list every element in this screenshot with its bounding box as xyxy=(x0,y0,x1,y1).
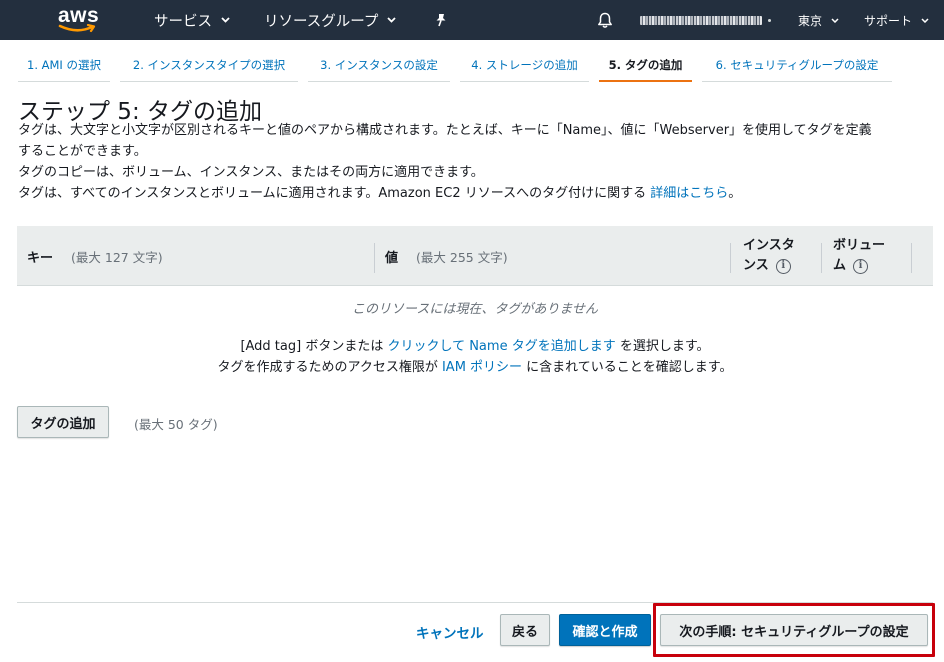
description-line-1: タグは、大文字と小文字が区別されるキーと値のペアから構成されます。たとえば、キー… xyxy=(18,123,872,138)
value-column-header: 値 (最大 255 文字) xyxy=(385,226,508,286)
account-name-redacted xyxy=(640,15,762,25)
value-column-label: 値 xyxy=(385,250,399,266)
support-menu[interactable]: サポート xyxy=(864,0,929,40)
max-tags-hint: (最大 50 タグ) xyxy=(134,417,218,432)
chevron-down-icon xyxy=(221,17,230,23)
tab-add-storage[interactable]: 4. ストレージの追加 xyxy=(460,54,589,82)
learn-more-link[interactable]: 詳細はこちら xyxy=(650,186,728,201)
volumes-column-label-2: ム xyxy=(833,258,847,273)
add-name-tag-link[interactable]: クリックして Name タグを追加します xyxy=(387,339,615,354)
tab-add-tags[interactable]: 5. タグの追加 xyxy=(599,54,692,82)
pin-shortcuts-button[interactable] xyxy=(434,0,448,40)
value-column-hint: (最大 255 文字) xyxy=(416,249,508,265)
description-line-3: タグのコピーは、ボリューム、インスタンス、またはその両方に適用できます。 xyxy=(18,165,484,180)
chevron-down-icon xyxy=(921,17,929,23)
tab-configure-instance[interactable]: 3. インスタンスの設定 xyxy=(308,54,450,82)
chevron-down-icon xyxy=(831,17,839,23)
footer-divider xyxy=(17,602,933,603)
region-menu-label: 東京 xyxy=(798,13,823,28)
back-button[interactable]: 戻る xyxy=(500,614,550,646)
description-line-4: タグは、すべてのインスタンスとボリュームに適用されます。Amazon EC2 リ… xyxy=(18,183,741,204)
help-line-1-end: を選択します。 xyxy=(615,339,710,354)
column-divider xyxy=(374,243,375,273)
add-tag-button[interactable]: タグの追加 xyxy=(17,406,109,438)
tab-configure-security-group[interactable]: 6. セキュリティグループの設定 xyxy=(702,54,892,82)
account-menu[interactable] xyxy=(640,0,772,40)
volumes-column-label-1: ボリュー xyxy=(833,238,886,253)
pin-icon xyxy=(436,14,446,27)
aws-smile-icon xyxy=(58,24,96,33)
help-line-1: [Add tag] ボタンまたは クリックして Name タグを追加します を選… xyxy=(17,335,933,354)
help-line-1-text: [Add tag] ボタンまたは xyxy=(240,339,388,354)
instances-column-label-2: ンス xyxy=(743,258,769,273)
no-tags-message: このリソースには現在、タグがありません xyxy=(352,302,598,317)
support-menu-label: サポート xyxy=(864,13,913,28)
tab-choose-ami[interactable]: 1. AMI の選択 xyxy=(18,54,110,82)
wizard-step-tabs: 1. AMI の選択 2. インスタンスタイプの選択 3. インスタンスの設定 … xyxy=(0,40,944,84)
description-line-2: することができます。 xyxy=(18,144,147,159)
aws-logo[interactable]: aws xyxy=(58,4,100,34)
column-divider xyxy=(821,243,822,273)
volumes-column-header: ボリュー ム i xyxy=(833,226,885,286)
info-icon[interactable]: i xyxy=(775,258,791,274)
key-column-header: キー (最大 127 文字) xyxy=(27,226,163,286)
top-navigation-bar: aws サービス リソースグループ 東京 サポート xyxy=(0,0,944,40)
tab-choose-instance-type[interactable]: 2. インスタンスタイプの選択 xyxy=(120,54,298,82)
key-column-label: キー xyxy=(27,250,54,266)
chevron-down-icon xyxy=(387,17,397,23)
help-line-2: タグを作成するためのアクセス権限が IAM ポリシー に含まれていることを確認し… xyxy=(17,356,933,375)
resource-groups-menu-label: リソースグループ xyxy=(264,13,379,30)
services-menu[interactable]: サービス xyxy=(154,0,230,40)
cancel-button[interactable]: キャンセル xyxy=(416,622,484,642)
notifications-button[interactable] xyxy=(597,0,613,40)
account-caret-icon xyxy=(768,18,771,22)
bell-icon xyxy=(598,12,612,28)
resource-groups-menu[interactable]: リソースグループ xyxy=(264,0,397,40)
review-and-launch-button[interactable]: 確認と作成 xyxy=(559,614,651,646)
key-column-hint: (最大 127 文字) xyxy=(71,249,163,265)
region-menu[interactable]: 東京 xyxy=(798,0,839,40)
instances-column-label-1: インスタ xyxy=(743,238,795,253)
description-line-4-text: タグは、すべてのインスタンスとボリュームに適用されます。Amazon EC2 リ… xyxy=(18,186,651,201)
services-menu-label: サービス xyxy=(154,13,212,30)
help-line-2-end: に含まれていることを確認します。 xyxy=(522,360,733,375)
column-divider xyxy=(730,243,731,273)
info-icon[interactable]: i xyxy=(853,258,869,274)
column-divider xyxy=(911,243,912,273)
instances-column-header: インスタ ンス i xyxy=(743,226,795,286)
help-line-2-text: タグを作成するためのアクセス権限が xyxy=(217,360,442,375)
iam-policy-link[interactable]: IAM ポリシー xyxy=(442,360,522,375)
next-configure-security-group-button[interactable]: 次の手順: セキュリティグループの設定 xyxy=(660,614,928,646)
tags-table-header: キー (最大 127 文字) 値 (最大 255 文字) インスタ ンス i ボ… xyxy=(17,226,933,286)
description-line-4-end: 。 xyxy=(728,186,742,201)
